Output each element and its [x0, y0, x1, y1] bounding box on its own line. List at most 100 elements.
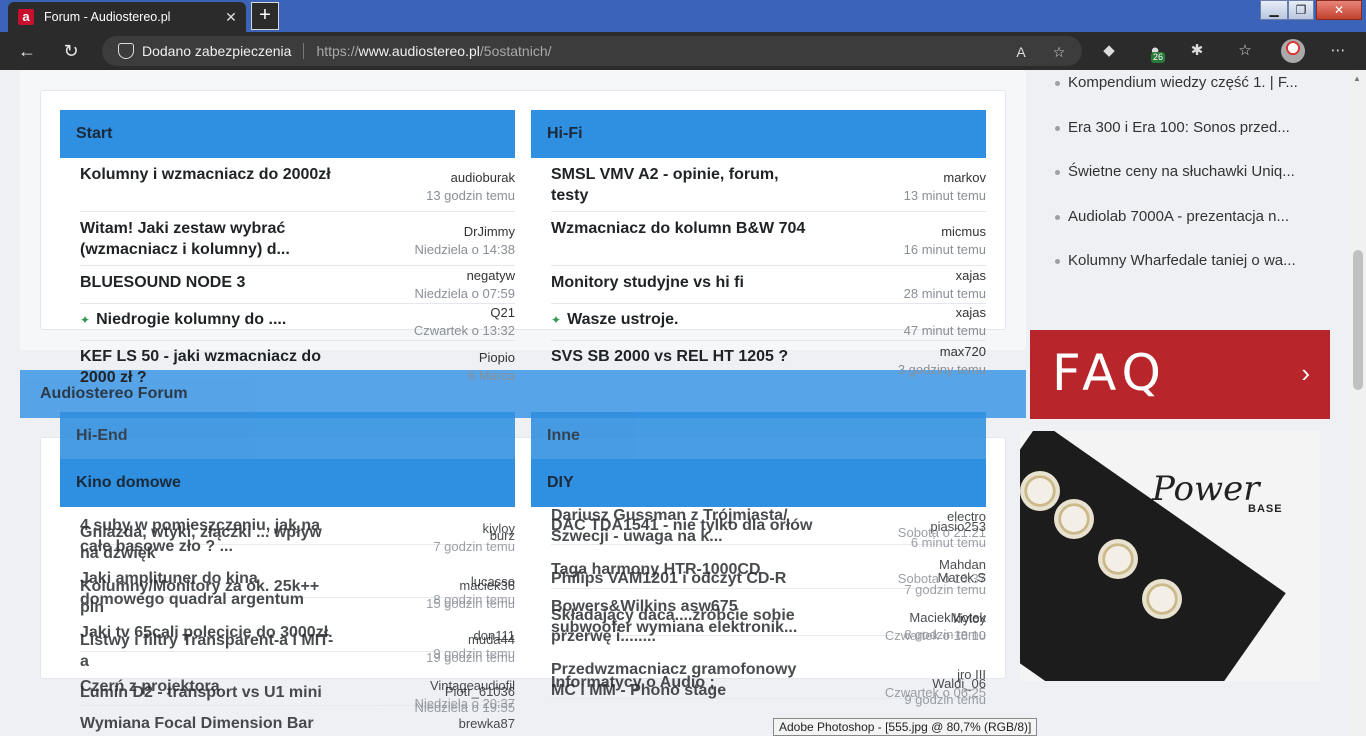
address-bar[interactable]: Dodano zabezpieczenia https://www.audios… [102, 36, 1082, 66]
more-menu-icon[interactable]: ⋯ [1327, 40, 1349, 62]
topic-time: 28 minut temu [903, 286, 986, 301]
favorites-icon[interactable]: ☆ [1234, 40, 1256, 62]
topic-row[interactable]: Kolumny i wzmacniacz do 2000zł audiobura… [80, 164, 515, 212]
profile-avatar[interactable] [1281, 39, 1305, 63]
topic-title[interactable]: BLUESOUND NODE 3 [80, 272, 335, 293]
topic-title[interactable]: KEF LS 50 - jaki wzmacniacz do 2000 zł ? [80, 346, 340, 388]
scroll-up-icon[interactable]: ▲ [1353, 74, 1361, 83]
socket-icon [1098, 539, 1138, 579]
topic-author[interactable]: negatyw [467, 268, 515, 283]
topic-author[interactable]: kiyloy [953, 611, 986, 626]
taskbar-tooltip: Adobe Photoshop - [555.jpg @ 80,7% (RGB/… [773, 718, 1038, 736]
topic-author[interactable]: max720 [940, 344, 986, 359]
url-text[interactable]: https://www.audiostereo.pl/5ostatnich/ [316, 43, 551, 59]
category-diy[interactable]: DIY [531, 459, 986, 507]
topic-title[interactable]: ✦ Niedrogie kolumny do .... [80, 309, 335, 331]
topic-row[interactable]: Monitory studyjne vs hi fi xajas 28 minu… [551, 268, 986, 304]
back-arrow-icon[interactable]: ← [12, 36, 42, 66]
topic-row[interactable]: Składający daca....zróbcie sobie przerwę… [551, 605, 986, 645]
topic-author[interactable]: Waldi_06 [932, 676, 986, 691]
topic-author[interactable]: muda44 [468, 632, 515, 647]
topic-row[interactable]: ✦ Niedrogie kolumny do .... Q21 Czwartek … [80, 305, 515, 341]
topic-author[interactable]: Q21 [490, 305, 515, 320]
page-scrollbar[interactable]: ▲ [1350, 70, 1366, 736]
page-content: Audiostereo Forum Hi-End Inne Kino domow… [0, 70, 1366, 736]
topic-time: 19 godzin temu [426, 650, 515, 665]
topic-row[interactable]: Philips VAM1201 i odczyt CD-R Marek.S 7 … [551, 568, 986, 598]
close-window-button[interactable]: ✕ [1316, 0, 1362, 20]
topic-title[interactable]: DAC TDA1541 - nie tylko dla orłów [551, 515, 821, 536]
topic-title[interactable]: Kolumny/Monitory za ok. 25k++ pln [80, 576, 335, 618]
tab-close-icon[interactable]: ✕ [220, 6, 242, 28]
topic-author[interactable]: markov [943, 170, 986, 185]
extension-badge: 26 [1151, 52, 1166, 63]
topic-author[interactable]: audioburak [451, 170, 515, 185]
topic-title[interactable]: Listwy i filtry Transparent-a i MIT-a [80, 630, 335, 672]
sidebar-link[interactable]: Audiolab 7000A - prezentacja n... [1055, 208, 1289, 225]
topic-title[interactable]: Monitory studyjne vs hi fi [551, 272, 806, 293]
faq-label: FAQ [1052, 344, 1167, 402]
category-hi-end[interactable]: Hi-End [60, 412, 515, 460]
topic-title[interactable]: Wzmacniacz do kolumn B&W 704 [551, 218, 806, 239]
topic-title[interactable]: Informatycy o Audio ; [551, 672, 806, 693]
topic-title[interactable]: SVS SB 2000 vs REL HT 1205 ? [551, 346, 806, 367]
topic-row[interactable]: Witam! Jaki zestaw wybrać (wzmacniacz i … [80, 218, 515, 266]
topic-title[interactable]: Witam! Jaki zestaw wybrać (wzmacniacz i … [80, 218, 335, 260]
category-start[interactable]: Start [60, 110, 515, 158]
topic-author[interactable]: xajas [956, 305, 986, 320]
topic-row[interactable]: Wzmacniacz do kolumn B&W 704 micmus 16 m… [551, 218, 986, 266]
chevron-right-icon: › [1301, 358, 1310, 388]
browser-tab[interactable]: a Forum - Audiostereo.pl ✕ [8, 2, 246, 32]
minimize-button[interactable]: ▁ [1260, 0, 1288, 20]
topic-author[interactable]: DrJimmy [464, 224, 515, 239]
topic-title[interactable]: Wymiana Focal Dimension Bar [80, 713, 335, 734]
sidebar-link[interactable]: Świetne ceny na słuchawki Uniq... [1055, 163, 1295, 180]
topic-title[interactable]: SMSL VMV A2 - opinie, forum, testy [551, 164, 806, 206]
scrollbar-thumb[interactable] [1353, 250, 1363, 390]
extension-icon[interactable]: ◆ [1098, 40, 1120, 62]
topic-author[interactable]: Piotr_61036 [445, 684, 515, 699]
topic-row[interactable]: Kolumny/Monitory za ok. 25k++ pln maciek… [80, 576, 515, 616]
topic-row[interactable]: Wymiana Focal Dimension Bar brewka87 [80, 713, 515, 735]
topic-row[interactable]: KEF LS 50 - jaki wzmacniacz do 2000 zł ?… [80, 346, 515, 386]
sidebar-link[interactable]: Era 300 i Era 100: Sonos przed... [1055, 119, 1290, 136]
topic-author[interactable]: micmus [941, 224, 986, 239]
topic-title[interactable]: ✦ Wasze ustroje. [551, 309, 806, 331]
read-aloud-icon[interactable]: A [1012, 43, 1030, 61]
sidebar-link[interactable]: Kolumny Wharfedale taniej o wa... [1055, 252, 1296, 269]
category-kino-domowe[interactable]: Kino domowe [60, 459, 515, 507]
power-base-ad[interactable]: Power BASE [1020, 431, 1320, 681]
bullet-icon [1055, 214, 1060, 220]
topic-row[interactable]: ✦ Wasze ustroje. xajas 47 minut temu [551, 305, 986, 341]
sidebar-link[interactable]: Kompendium wiedzy część 1. | F... [1055, 74, 1298, 91]
topic-time: Niedziela o 14:38 [414, 242, 515, 257]
topic-author[interactable]: maciek36 [459, 578, 515, 593]
topic-row[interactable]: SVS SB 2000 vs REL HT 1205 ? max720 3 go… [551, 344, 986, 378]
reload-icon[interactable]: ↻ [56, 36, 86, 66]
topic-author[interactable]: burz [490, 528, 515, 543]
topic-row[interactable]: DAC TDA1541 - nie tylko dla orłów piasio… [551, 515, 986, 555]
topic-author[interactable]: xajas [956, 268, 986, 283]
topic-row[interactable]: Listwy i filtry Transparent-a i MIT-a mu… [80, 630, 515, 670]
topic-title[interactable]: Philips VAM1201 i odczyt CD-R [551, 568, 806, 589]
topic-row[interactable]: SMSL VMV A2 - opinie, forum, testy marko… [551, 164, 986, 212]
category-inne[interactable]: Inne [531, 412, 986, 460]
favorite-star-icon[interactable]: ☆ [1050, 43, 1068, 61]
topic-row[interactable]: Gniazda, wtyki, złączki ... wpływ na dźw… [80, 522, 515, 562]
bullet-icon [1055, 125, 1060, 131]
new-tab-button[interactable]: + [251, 2, 279, 30]
category-hi-fi[interactable]: Hi-Fi [531, 110, 986, 158]
topic-title[interactable]: Składający daca....zróbcie sobie przerwę… [551, 605, 811, 647]
faq-banner[interactable]: FAQ › [1030, 330, 1330, 419]
topic-author[interactable]: piasio253 [930, 519, 986, 534]
topic-title[interactable]: Kolumny i wzmacniacz do 2000zł [80, 164, 335, 185]
topic-author[interactable]: brewka87 [459, 716, 515, 731]
topic-author[interactable]: Piopio [479, 350, 515, 365]
topic-row[interactable]: Informatycy o Audio ; Waldi_06 9 godzin … [551, 672, 986, 707]
topic-title[interactable]: Lumin D2 - transport vs U1 mini [80, 682, 335, 703]
topic-title[interactable]: Gniazda, wtyki, złączki ... wpływ na dźw… [80, 522, 335, 564]
topic-row[interactable]: Lumin D2 - transport vs U1 mini Piotr_61… [80, 682, 515, 715]
topic-row[interactable]: BLUESOUND NODE 3 negatyw Niedziela o 07:… [80, 268, 515, 304]
extensions-puzzle-icon[interactable]: ✱ [1186, 40, 1208, 62]
maximize-button[interactable]: ❐ [1288, 0, 1314, 20]
